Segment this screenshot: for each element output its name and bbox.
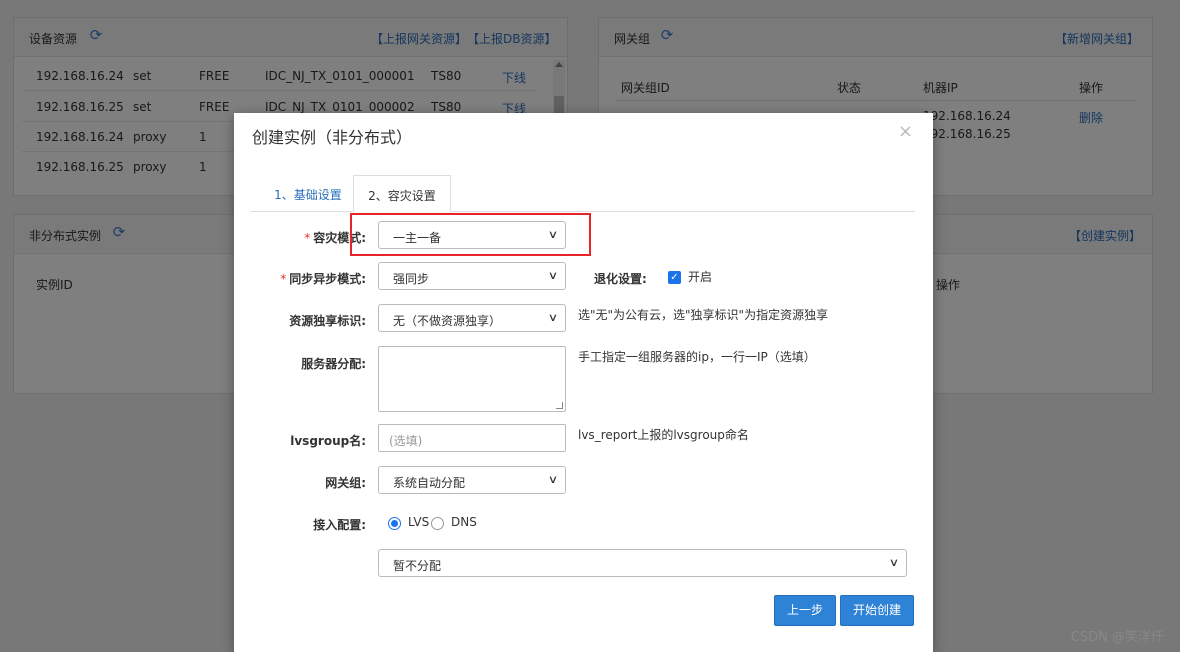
resize-handle-icon[interactable]	[556, 402, 563, 409]
chevron-down-icon: ∨	[547, 269, 559, 282]
required-mark: *	[304, 231, 311, 245]
resource-exclusive-hint: 选"无"为公有云，选"独享标识"为指定资源独享	[578, 308, 829, 322]
lvsgroup-label: lvsgroup名:	[290, 434, 366, 448]
prev-step-button[interactable]: 上一步	[774, 595, 836, 626]
dns-radio-label: DNS	[451, 515, 477, 529]
resource-exclusive-label: 资源独享标识:	[289, 314, 366, 328]
resource-exclusive-select[interactable]: 无（不做资源独享） ∨	[378, 304, 566, 332]
lvsgroup-hint: lvs_report上报的lvsgroup命名	[578, 428, 749, 442]
input-placeholder: (选填)	[389, 434, 423, 448]
select-value: 暂不分配	[393, 559, 442, 573]
annotation-highlight-box	[350, 213, 591, 256]
sync-mode-label: * 同步异步模式:	[280, 270, 366, 287]
required-mark: *	[280, 272, 287, 286]
create-instance-modal: 创建实例（非分布式） × 1、基础设置 2、容灾设置 * 容灾模式: 一主一备 ∨…	[234, 113, 933, 652]
lvsgroup-input[interactable]: (选填)	[378, 424, 566, 452]
select-value: 系统自动分配	[393, 476, 466, 490]
gateway-group-label: 网关组:	[325, 476, 366, 490]
degrade-checkbox[interactable]: ✓	[668, 271, 681, 284]
tab-dr-settings[interactable]: 2、容灾设置	[353, 175, 451, 212]
access-allocation-select[interactable]: 暂不分配 ∨	[378, 549, 907, 577]
label-text: 同步异步模式:	[289, 272, 366, 286]
chevron-down-icon: ∨	[547, 311, 559, 324]
start-create-button[interactable]: 开始创建	[840, 595, 914, 626]
watermark: CSDN @笑洋仟	[1070, 630, 1164, 645]
modal-title: 创建实例（非分布式）	[252, 128, 413, 147]
access-config-label: 接入配置:	[313, 518, 366, 532]
chevron-down-icon: ∨	[888, 556, 900, 569]
sync-mode-select[interactable]: 强同步 ∨	[378, 262, 566, 290]
dns-radio[interactable]	[431, 517, 444, 530]
tab-basic-settings[interactable]: 1、基础设置	[258, 175, 358, 212]
server-alloc-textarea[interactable]	[378, 346, 566, 412]
gateway-group-select[interactable]: 系统自动分配 ∨	[378, 466, 566, 494]
chevron-down-icon: ∨	[547, 473, 559, 486]
degrade-label: 退化设置:	[594, 272, 647, 286]
close-icon[interactable]: ×	[898, 121, 913, 142]
degrade-option-label: 开启	[688, 270, 713, 284]
lvs-radio[interactable]	[388, 517, 401, 530]
select-value: 无（不做资源独享）	[393, 314, 502, 328]
server-alloc-hint: 手工指定一组服务器的ip，一行一IP（选填）	[578, 350, 816, 364]
server-alloc-label: 服务器分配:	[301, 357, 366, 371]
select-value: 强同步	[393, 272, 430, 286]
lvs-radio-label: LVS	[408, 515, 430, 529]
